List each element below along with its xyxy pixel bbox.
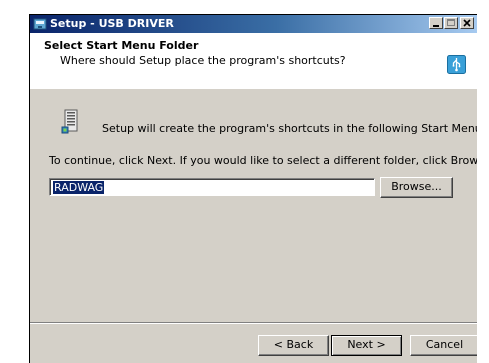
background-area-top — [0, 0, 489, 15]
start-menu-folder-input[interactable]: RADWAG — [49, 178, 375, 196]
page-subtitle: Where should Setup place the program's s… — [60, 54, 346, 67]
footer-separator-highlight — [30, 323, 477, 324]
usb-setup-icon — [447, 55, 466, 74]
browse-button[interactable]: Browse... — [380, 177, 453, 198]
next-button[interactable]: Next > — [331, 335, 402, 356]
close-icon — [463, 19, 471, 27]
back-button[interactable]: < Back — [258, 335, 329, 356]
minimize-icon — [433, 25, 439, 27]
wizard-header: Select Start Menu Folder Where should Se… — [30, 33, 477, 89]
program-group-icon — [61, 109, 78, 134]
cancel-button[interactable]: Cancel — [410, 335, 477, 356]
intro-text: Setup will create the program's shortcut… — [102, 122, 477, 135]
close-button[interactable] — [460, 17, 474, 29]
setup-app-icon — [33, 18, 47, 30]
title-bar[interactable]: Setup - USB DRIVER — [30, 15, 477, 33]
maximize-button[interactable] — [444, 17, 458, 29]
page-title: Select Start Menu Folder — [44, 39, 199, 52]
background-area-right — [476, 14, 489, 363]
header-separator — [30, 88, 477, 89]
window-title: Setup - USB DRIVER — [50, 17, 174, 30]
minimize-button[interactable] — [429, 17, 443, 29]
folder-value: RADWAG — [53, 181, 105, 194]
setup-window: Setup - USB DRIVER Select Start Menu Fol… — [30, 15, 477, 363]
background-area-left — [0, 14, 30, 363]
maximize-icon — [447, 19, 455, 26]
continue-text: To continue, click Next. If you would li… — [49, 154, 477, 167]
